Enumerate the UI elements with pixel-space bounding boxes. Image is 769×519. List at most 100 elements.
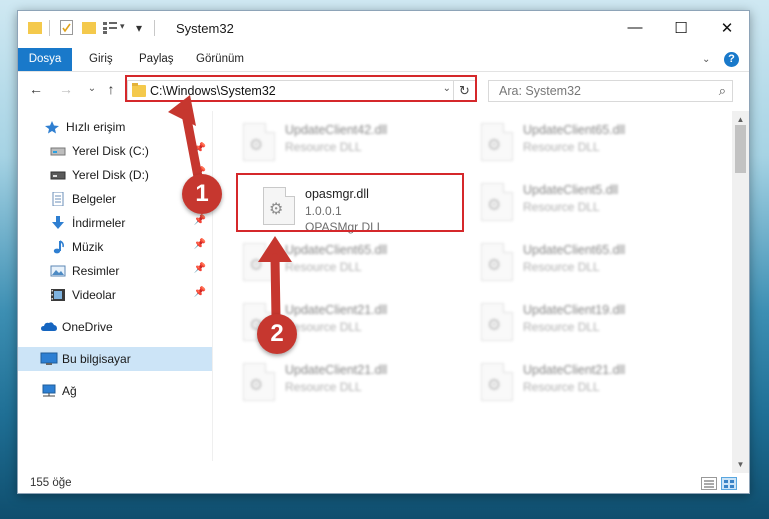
gear-icon: ⚙ [487, 137, 502, 154]
file-name: UpdateClient42.dll [285, 123, 388, 137]
file-description: Resource DLL [523, 140, 600, 154]
cloud-icon [40, 320, 57, 334]
close-button[interactable]: ✕ [704, 11, 750, 44]
file-tile[interactable]: ⚙ UpdateClient65.dll Resource DLL [475, 237, 705, 293]
gear-icon: ⚙ [487, 197, 502, 214]
separator [49, 20, 50, 36]
sidebar-item-disk-d[interactable]: Yerel Disk (D:) 📌 [18, 163, 212, 187]
pin-icon[interactable]: 📌 [194, 239, 206, 250]
network-icon [40, 384, 56, 398]
properties-icon[interactable] [60, 20, 73, 35]
vertical-scrollbar[interactable]: ▲ ▼ [732, 111, 749, 473]
sidebar-item-this-pc[interactable]: Bu bilgisayar [18, 347, 212, 371]
pin-icon[interactable]: 📌 [194, 143, 206, 154]
sidebar-item-music[interactable]: Müzik 📌 [18, 235, 212, 259]
search-box[interactable]: Ara: System32 ⌕ [488, 80, 733, 102]
videos-icon [50, 288, 66, 302]
music-icon [50, 240, 66, 254]
pin-icon[interactable]: 📌 [194, 263, 206, 274]
file-name: UpdateClient65.dll [523, 243, 626, 257]
sidebar-item-label: Müzik [72, 240, 104, 254]
file-tile[interactable]: ⚙ UpdateClient5.dll Resource DLL [475, 177, 705, 233]
sidebar-item-label: İndirmeler [72, 216, 126, 230]
separator [154, 20, 155, 36]
forward-button[interactable]: → [56, 79, 76, 99]
file-tile[interactable]: ⚙ UpdateClient42.dll Resource DLL [237, 117, 467, 173]
sidebar-item-disk-c[interactable]: Yerel Disk (C:) 📌 [18, 139, 212, 163]
download-icon [50, 216, 66, 230]
sidebar-item-label: Hızlı erişim [66, 120, 126, 134]
qa-dropdown-icon[interactable]: ▾ [120, 21, 125, 37]
sidebar-item-label: Ağ [62, 384, 77, 398]
customize-icon[interactable] [103, 21, 117, 34]
scroll-thumb[interactable] [735, 125, 746, 173]
file-description: Resource DLL [523, 320, 600, 334]
file-tile[interactable]: ⚙ UpdateClient21.dll Resource DLL [475, 357, 705, 413]
sidebar-item-downloads[interactable]: İndirmeler 📌 [18, 211, 212, 235]
maximize-button[interactable]: ☐ [658, 11, 704, 44]
step-2-badge: 2 [257, 314, 297, 354]
back-button[interactable]: ← [26, 79, 46, 99]
step-1-badge: 1 [182, 174, 222, 214]
help-icon[interactable]: ? [724, 52, 739, 67]
gear-icon: ⚙ [487, 317, 502, 334]
tiles-view-button[interactable] [721, 477, 737, 490]
sidebar-item-quick-access[interactable]: Hızlı erişim [18, 115, 212, 139]
file-name: UpdateClient65.dll [523, 123, 626, 137]
sidebar-item-label: Videolar [72, 288, 116, 302]
navigation-pane: Hızlı erişim Yerel Disk (C:) 📌 Yerel Dis… [18, 111, 212, 459]
search-input[interactable]: Ara: System32 [499, 84, 581, 98]
file-tile[interactable]: ⚙ UpdateClient65.dll Resource DLL [237, 237, 467, 293]
file-name: UpdateClient21.dll [285, 303, 388, 317]
sidebar-item-label: Yerel Disk (C:) [72, 144, 149, 158]
tab-view[interactable]: Görünüm [196, 48, 244, 71]
gear-icon: ⚙ [487, 377, 502, 394]
drive-icon [50, 168, 66, 182]
status-bar: 155 öğe [18, 471, 749, 495]
tab-home[interactable]: Giriş [89, 48, 113, 71]
sidebar-item-label: Resimler [72, 264, 120, 278]
file-description: Resource DLL [285, 380, 362, 394]
file-tile[interactable]: ⚙ UpdateClient21.dll Resource DLL [237, 357, 467, 413]
sidebar-item-videos[interactable]: Videolar 📌 [18, 283, 212, 307]
sidebar-item-onedrive[interactable]: OneDrive [18, 315, 212, 339]
sidebar-item-pictures[interactable]: Resimler 📌 [18, 259, 212, 283]
address-highlight-box [125, 75, 477, 102]
up-button[interactable]: ↑ [101, 79, 121, 99]
ribbon-expand-icon[interactable]: ⌄ [702, 48, 710, 71]
search-icon[interactable]: ⌕ [719, 83, 726, 99]
gear-icon: ⚙ [249, 257, 264, 274]
sidebar-item-label: Belgeler [72, 192, 117, 206]
tab-share[interactable]: Paylaş [139, 48, 174, 71]
file-description: Resource DLL [523, 260, 600, 274]
file-tile[interactable]: ⚙ UpdateClient65.dll Resource DLL [475, 117, 705, 173]
new-folder-icon[interactable] [82, 22, 96, 34]
ribbon: Dosya Giriş Paylaş Görünüm ⌄ ? [18, 48, 749, 72]
item-count: 155 öğe [30, 477, 72, 489]
computer-icon [40, 352, 58, 366]
file-tile[interactable]: ⚙ UpdateClient19.dll Resource DLL [475, 297, 705, 353]
sidebar-item-label: OneDrive [62, 320, 113, 334]
file-name: UpdateClient19.dll [523, 303, 626, 317]
details-view-button[interactable] [701, 477, 717, 490]
qa-overflow-icon[interactable]: ▾ [136, 21, 142, 37]
minimize-button[interactable]: — [612, 11, 658, 44]
gear-icon: ⚙ [487, 257, 502, 274]
pin-icon[interactable]: 📌 [194, 215, 206, 226]
file-description: Resource DLL [285, 260, 362, 274]
file-description: Resource DLL [285, 140, 362, 154]
recent-locations-button[interactable]: ⌄ [82, 79, 102, 99]
folder-icon [28, 22, 42, 34]
file-description: Resource DLL [523, 380, 600, 394]
drive-icon [50, 144, 66, 158]
documents-icon [50, 191, 66, 207]
sidebar-item-network[interactable]: Ağ [18, 379, 212, 403]
star-icon [44, 120, 60, 134]
pane-divider [212, 111, 213, 461]
file-name: UpdateClient5.dll [523, 183, 619, 197]
tab-file[interactable]: Dosya [18, 48, 72, 71]
gear-icon: ⚙ [249, 377, 264, 394]
gear-icon: ⚙ [249, 137, 264, 154]
pin-icon[interactable]: 📌 [194, 287, 206, 298]
pictures-icon [50, 264, 66, 278]
